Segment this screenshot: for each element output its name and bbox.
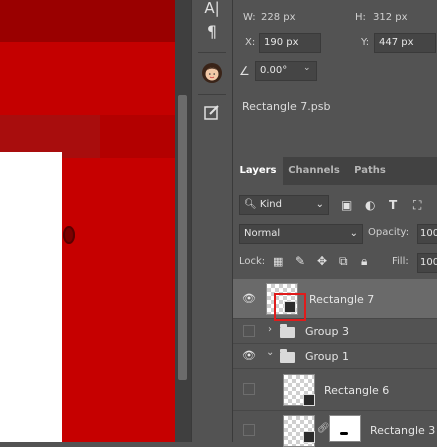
blend-mode-label: Normal	[244, 228, 281, 239]
layer-name[interactable]: Rectangle 6	[324, 384, 389, 397]
lock-label: Lock:	[239, 256, 266, 267]
layer-row-group-3[interactable]: › Group 3	[233, 319, 437, 344]
canvas-floor-shape	[62, 158, 175, 442]
smart-object-filename[interactable]: Rectangle 7.psb	[242, 100, 330, 113]
panel-icon-strip: A| ¶	[191, 0, 233, 442]
tab-layers[interactable]: Layers	[233, 157, 283, 185]
blend-mode-select[interactable]: Normal ⌄	[239, 224, 363, 244]
angle-icon: ∠	[239, 64, 250, 78]
chevron-down-icon[interactable]: ⌄	[303, 63, 311, 73]
divider	[198, 52, 226, 53]
search-icon: 🔍︎	[244, 199, 257, 210]
lock-position-icon[interactable]: ✥	[317, 254, 327, 268]
layers-tab-bar: Layers Channels Paths	[233, 157, 437, 185]
opacity-label: Opacity:	[368, 227, 410, 238]
lock-image-pixels-icon[interactable]: ✎	[295, 254, 305, 268]
chevron-right-icon[interactable]: ›	[268, 324, 272, 335]
eye-visibility-icon[interactable]: 👁︎	[242, 349, 256, 363]
y-position-field[interactable]: 447 px	[374, 33, 436, 53]
visibility-toggle[interactable]	[243, 424, 255, 436]
scrollbar-thumb[interactable]	[178, 95, 187, 380]
chevron-down-icon[interactable]: ⌄	[266, 347, 274, 358]
layer-row-rectangle-7[interactable]: 👁︎ Rectangle 7	[233, 279, 437, 321]
chevron-down-icon: ⌄	[349, 228, 358, 239]
y-label: Y:	[361, 37, 370, 48]
layer-mask-thumbnail[interactable]	[329, 415, 361, 442]
canvas-ceiling-shape	[0, 0, 175, 42]
smart-object-icon	[303, 394, 315, 406]
layers-panel: Layers Channels Paths 🔍︎ Kind ⌄ ▣ ◐ T ⛶ …	[233, 157, 437, 447]
tab-paths[interactable]: Paths	[347, 157, 393, 185]
opacity-field[interactable]: 100	[417, 224, 437, 244]
lock-transparent-pixels-icon[interactable]: ▦	[273, 255, 283, 269]
visibility-toggle[interactable]	[243, 383, 255, 395]
properties-panel: W: 228 px H: 312 px X: 190 px Y: 447 px …	[233, 0, 437, 150]
layer-name[interactable]: Rectangle 3	[370, 424, 435, 437]
tab-channels[interactable]: Channels	[285, 157, 343, 185]
height-value: 312 px	[373, 12, 408, 23]
canvas-white-rectangle	[0, 152, 62, 442]
link-icon[interactable]: 🔗︎	[317, 423, 330, 434]
highlight-box	[274, 293, 306, 321]
folder-icon	[280, 324, 295, 338]
width-value: 228 px	[261, 12, 296, 23]
lock-all-icon[interactable]: 🔒︎	[361, 254, 367, 268]
layer-filter-kind-select[interactable]: 🔍︎ Kind ⌄	[239, 195, 329, 215]
kind-filter-label: Kind	[259, 199, 282, 210]
chevron-down-icon: ⌄	[315, 199, 324, 210]
divider	[198, 94, 226, 95]
visibility-toggle[interactable]	[243, 325, 255, 337]
canvas-hole-shape	[63, 226, 75, 244]
fill-field[interactable]: 100	[417, 253, 437, 273]
layer-row-rectangle-3[interactable]: 🔗︎ Rectangle 3	[233, 411, 437, 447]
canvas-wall-shape	[0, 42, 175, 115]
adjustment-layer-filter-icon[interactable]: ◐	[365, 198, 375, 212]
shape-layer-filter-icon[interactable]: ⛶	[413, 198, 421, 212]
width-label: W:	[243, 12, 256, 23]
fill-label: Fill:	[392, 256, 409, 267]
height-label: H:	[355, 12, 366, 23]
x-label: X:	[245, 37, 256, 48]
eye-visibility-icon[interactable]: 👁︎	[242, 292, 256, 306]
layer-row-group-1[interactable]: 👁︎ ⌄ Group 1	[233, 344, 437, 369]
x-position-field[interactable]: 190 px	[259, 33, 321, 53]
smart-object-icon	[303, 431, 315, 443]
layer-name[interactable]: Group 1	[305, 350, 349, 363]
layer-name[interactable]: Rectangle 7	[309, 293, 374, 306]
character-panel-icon[interactable]: A|	[200, 0, 224, 20]
avatar-panel-icon[interactable]	[200, 62, 224, 86]
layer-row-rectangle-6[interactable]: Rectangle 6	[233, 369, 437, 411]
type-layer-filter-icon[interactable]: T	[389, 198, 397, 212]
open-folder-icon	[280, 349, 295, 363]
pixel-layer-filter-icon[interactable]: ▣	[341, 198, 352, 212]
document-canvas[interactable]	[0, 0, 175, 442]
layer-name[interactable]: Group 3	[305, 325, 349, 338]
lock-artboard-icon[interactable]: ⧉	[339, 254, 348, 268]
notes-panel-icon[interactable]	[200, 103, 224, 127]
paragraph-panel-icon[interactable]: ¶	[200, 20, 224, 44]
